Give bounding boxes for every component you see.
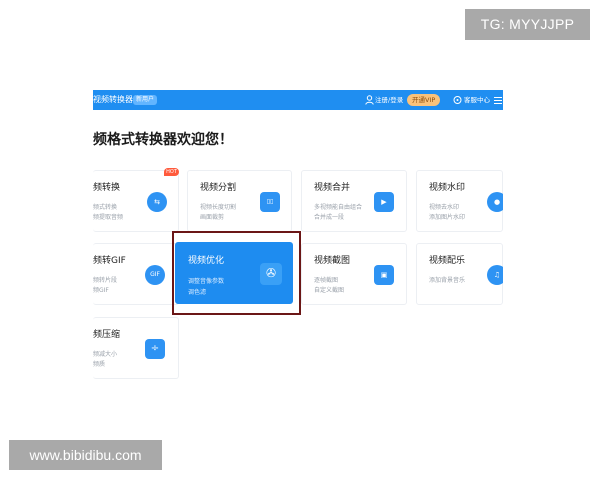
card-desc: 频式转换 [93,204,118,211]
screenshot-icon: ▣ [374,265,394,285]
app-badge: 新用户 [133,95,158,105]
card-desc: 频质 [93,361,106,368]
card-video-to-gif[interactable]: 频转GIF 频转片段 频GIF GIF [93,243,179,305]
card-desc: 视频去水印 [429,204,460,211]
highlight-box [172,231,301,315]
welcome-title: 频格式转换器欢迎您！ [93,132,233,148]
menu-icon[interactable] [494,95,502,105]
music-icon: ♫ [487,265,503,285]
help-center-link[interactable]: 客服中心 [464,95,490,105]
card-desc: 添加图片水印 [429,214,466,221]
card-video-split[interactable]: 视频分割 视频长度切割 画面裁剪 ▯▯ [187,170,292,232]
vip-button[interactable]: 开通VIP [407,94,441,106]
card-desc: 频GIF [93,287,109,294]
card-video-merge[interactable]: 视频合并 多视频能自由组合 合并成一段 ▶ [301,170,407,232]
card-desc: 添加背景音乐 [429,277,466,284]
watermark-bottom: www.bibidibu.com [9,440,162,470]
card-desc: 自定义截图 [314,287,345,294]
card-title: 视频水印 [429,183,466,193]
gif-icon: GIF [145,265,165,285]
card-title: 频转换 [93,183,121,193]
user-icon[interactable] [365,95,374,105]
merge-icon: ▶ [374,192,394,212]
app-name: 视频转换器 [93,95,133,104]
card-title: 频转GIF [93,256,126,266]
compress-icon: ÷ [145,339,165,359]
card-video-compress[interactable]: 频压缩 频减大小 频质 ÷ [93,317,179,379]
watermark-icon: ● [487,192,503,212]
hot-badge: HOT [164,168,179,176]
card-title: 频压缩 [93,330,121,340]
card-desc: 视频长度切割 [200,204,237,211]
card-video-watermark[interactable]: 视频水印 视频去水印 添加图片水印 ● [416,170,503,232]
card-title: 视频合并 [314,183,351,193]
card-title: 视频配乐 [429,256,466,266]
card-title: 视频分割 [200,183,237,193]
card-desc: 逐帧截图 [314,277,339,284]
card-desc: 画面裁剪 [200,214,225,221]
convert-icon: ⇆ [147,192,167,212]
card-video-music[interactable]: 视频配乐 添加背景音乐 ♫ [416,243,503,305]
card-video-convert[interactable]: 频转换 频式转换 频提取音频 ⇆ [93,170,179,232]
card-desc: 频提取音频 [93,214,124,221]
page: TG: MYYJJPP 视频转换器 新用户 注册/登录 开通VIP 客服中心 频… [0,0,600,480]
card-desc: 频转片段 [93,277,118,284]
headset-icon[interactable] [453,95,462,105]
title-bar: 视频转换器 新用户 注册/登录 开通VIP 客服中心 [93,90,503,110]
watermark-top: TG: MYYJJPP [465,9,590,40]
split-icon: ▯▯ [260,192,280,212]
card-video-screenshot[interactable]: 视频截图 逐帧截图 自定义截图 ▣ [301,243,407,305]
login-link[interactable]: 注册/登录 [375,95,403,105]
card-desc: 合并成一段 [314,214,345,221]
card-title: 视频截图 [314,256,351,266]
card-desc: 频减大小 [93,351,118,358]
card-desc: 多视频能自由组合 [314,204,363,211]
